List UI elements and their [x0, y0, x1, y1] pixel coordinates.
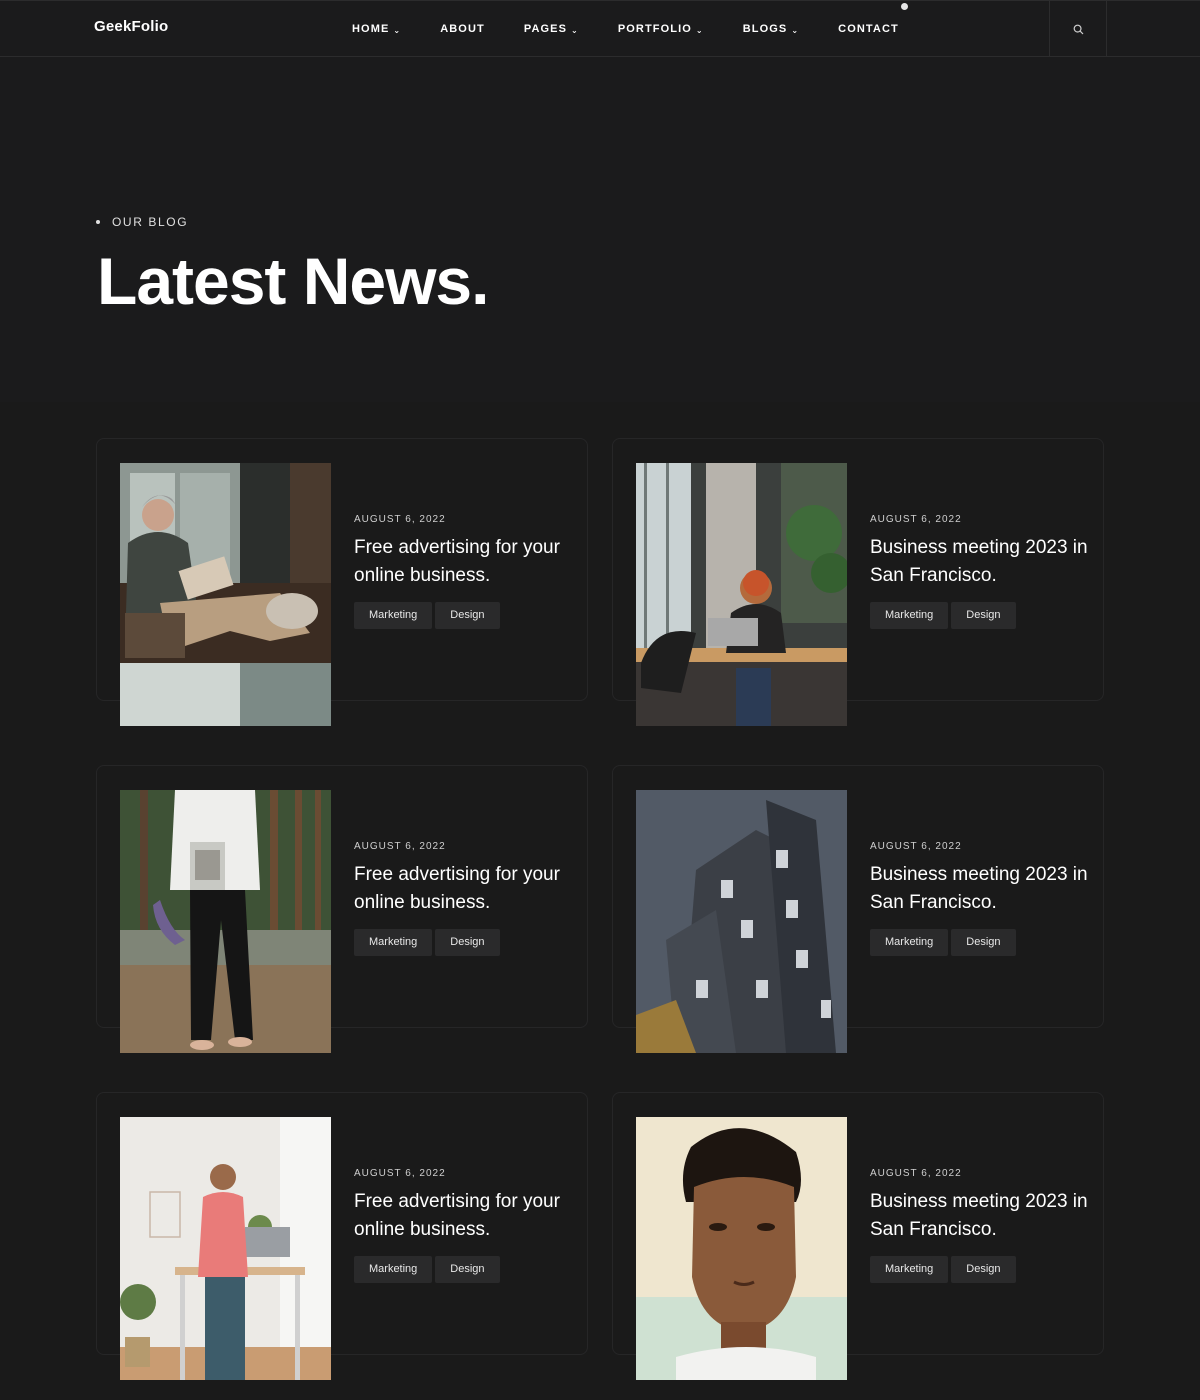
post-image-man-on-phone[interactable] — [120, 1117, 331, 1380]
post-date: AUGUST 6, 2022 — [870, 1168, 962, 1179]
post-title[interactable]: Free advertising for your online busines… — [354, 861, 579, 917]
tag-marketing[interactable]: Marketing — [354, 602, 433, 629]
nav-label: BLOGS — [742, 23, 788, 35]
post-title[interactable]: Business meeting 2023 in San Francisco. — [870, 861, 1095, 917]
post-title[interactable]: Business meeting 2023 in San Francisco. — [870, 1188, 1095, 1244]
hero-section: OUR BLOG Latest News. — [0, 57, 1200, 402]
chevron-down-icon: ⌄ — [393, 25, 402, 35]
search-icon — [1073, 24, 1083, 34]
nav-item-pages[interactable]: PAGES ⌄ — [524, 23, 579, 35]
chevron-down-icon: ⌄ — [571, 25, 579, 35]
blog-card[interactable]: AUGUST 6, 2022 Business meeting 2023 in … — [612, 1092, 1104, 1380]
post-date: AUGUST 6, 2022 — [354, 841, 446, 852]
blog-card[interactable]: AUGUST 6, 2022 Business meeting 2023 in … — [612, 765, 1104, 1053]
search-button[interactable] — [1049, 1, 1107, 57]
nav-item-home[interactable]: HOME ⌄ — [352, 23, 401, 35]
tag-marketing[interactable]: Marketing — [870, 1256, 949, 1283]
tag-design[interactable]: Design — [951, 1256, 1016, 1283]
section-eyebrow: OUR BLOG — [96, 215, 188, 229]
nav-label: CONTACT — [838, 23, 899, 35]
cursor-dot — [901, 3, 908, 10]
tag-design[interactable]: Design — [951, 602, 1016, 629]
tag-marketing[interactable]: Marketing — [870, 929, 949, 956]
nav-item-portfolio[interactable]: PORTFOLIO ⌄ — [618, 23, 704, 35]
post-title[interactable]: Free advertising for your online busines… — [354, 1188, 579, 1244]
nav-label: HOME — [352, 23, 390, 35]
post-tags: Marketing Design — [870, 602, 1019, 629]
post-date: AUGUST 6, 2022 — [354, 514, 446, 525]
post-title[interactable]: Business meeting 2023 in San Francisco. — [870, 534, 1095, 590]
nav-item-about[interactable]: ABOUT — [440, 23, 485, 35]
tag-marketing[interactable]: Marketing — [870, 602, 949, 629]
tag-marketing[interactable]: Marketing — [354, 1256, 433, 1283]
post-image-modern-building[interactable] — [636, 790, 847, 1053]
nav-label: PORTFOLIO — [617, 23, 692, 35]
nav-label: PAGES — [523, 23, 568, 35]
main-nav: HOME ⌄ ABOUT PAGES ⌄ PORTFOLIO ⌄ BLOGS ⌄ CON… — [352, 1, 938, 57]
post-date: AUGUST 6, 2022 — [870, 514, 962, 525]
bullet-dot-icon — [96, 220, 100, 224]
tag-design[interactable]: Design — [435, 1256, 500, 1283]
tag-marketing[interactable]: Marketing — [354, 929, 433, 956]
tag-design[interactable]: Design — [435, 929, 500, 956]
post-tags: Marketing Design — [354, 1256, 503, 1283]
post-date: AUGUST 6, 2022 — [354, 1168, 446, 1179]
post-tags: Marketing Design — [870, 1256, 1019, 1283]
post-image-young-man-portrait[interactable] — [636, 1117, 847, 1380]
tag-design[interactable]: Design — [951, 929, 1016, 956]
nav-item-contact[interactable]: CONTACT — [838, 23, 899, 35]
post-tags: Marketing Design — [354, 602, 503, 629]
post-image-person-with-magazine[interactable] — [120, 790, 331, 1053]
chevron-down-icon: ⌄ — [695, 25, 704, 35]
nav-label: ABOUT — [440, 23, 485, 35]
post-image-woman-laptop-office[interactable] — [636, 463, 847, 726]
tag-design[interactable]: Design — [435, 602, 500, 629]
blog-card[interactable]: AUGUST 6, 2022 Free advertising for your… — [96, 1092, 588, 1380]
post-tags: Marketing Design — [870, 929, 1019, 956]
blog-card[interactable]: AUGUST 6, 2022 Business meeting 2023 in … — [612, 438, 1104, 726]
site-header: GeekFolio HOME ⌄ ABOUT PAGES ⌄ PORTFOLIO ⌄ … — [0, 0, 1200, 57]
page-title: Latest News. — [97, 244, 489, 318]
post-date: AUGUST 6, 2022 — [870, 841, 962, 852]
post-title[interactable]: Free advertising for your online busines… — [354, 534, 579, 590]
blog-card[interactable]: AUGUST 6, 2022 Free advertising for your… — [96, 438, 588, 726]
post-image-man-reading-laptop[interactable] — [120, 463, 331, 726]
chevron-down-icon: ⌄ — [791, 25, 800, 35]
site-logo[interactable]: GeekFolio — [94, 18, 168, 35]
post-tags: Marketing Design — [354, 929, 503, 956]
blog-card[interactable]: AUGUST 6, 2022 Free advertising for your… — [96, 765, 588, 1053]
nav-item-blogs[interactable]: BLOGS ⌄ — [743, 23, 799, 35]
eyebrow-label: OUR BLOG — [112, 215, 189, 229]
